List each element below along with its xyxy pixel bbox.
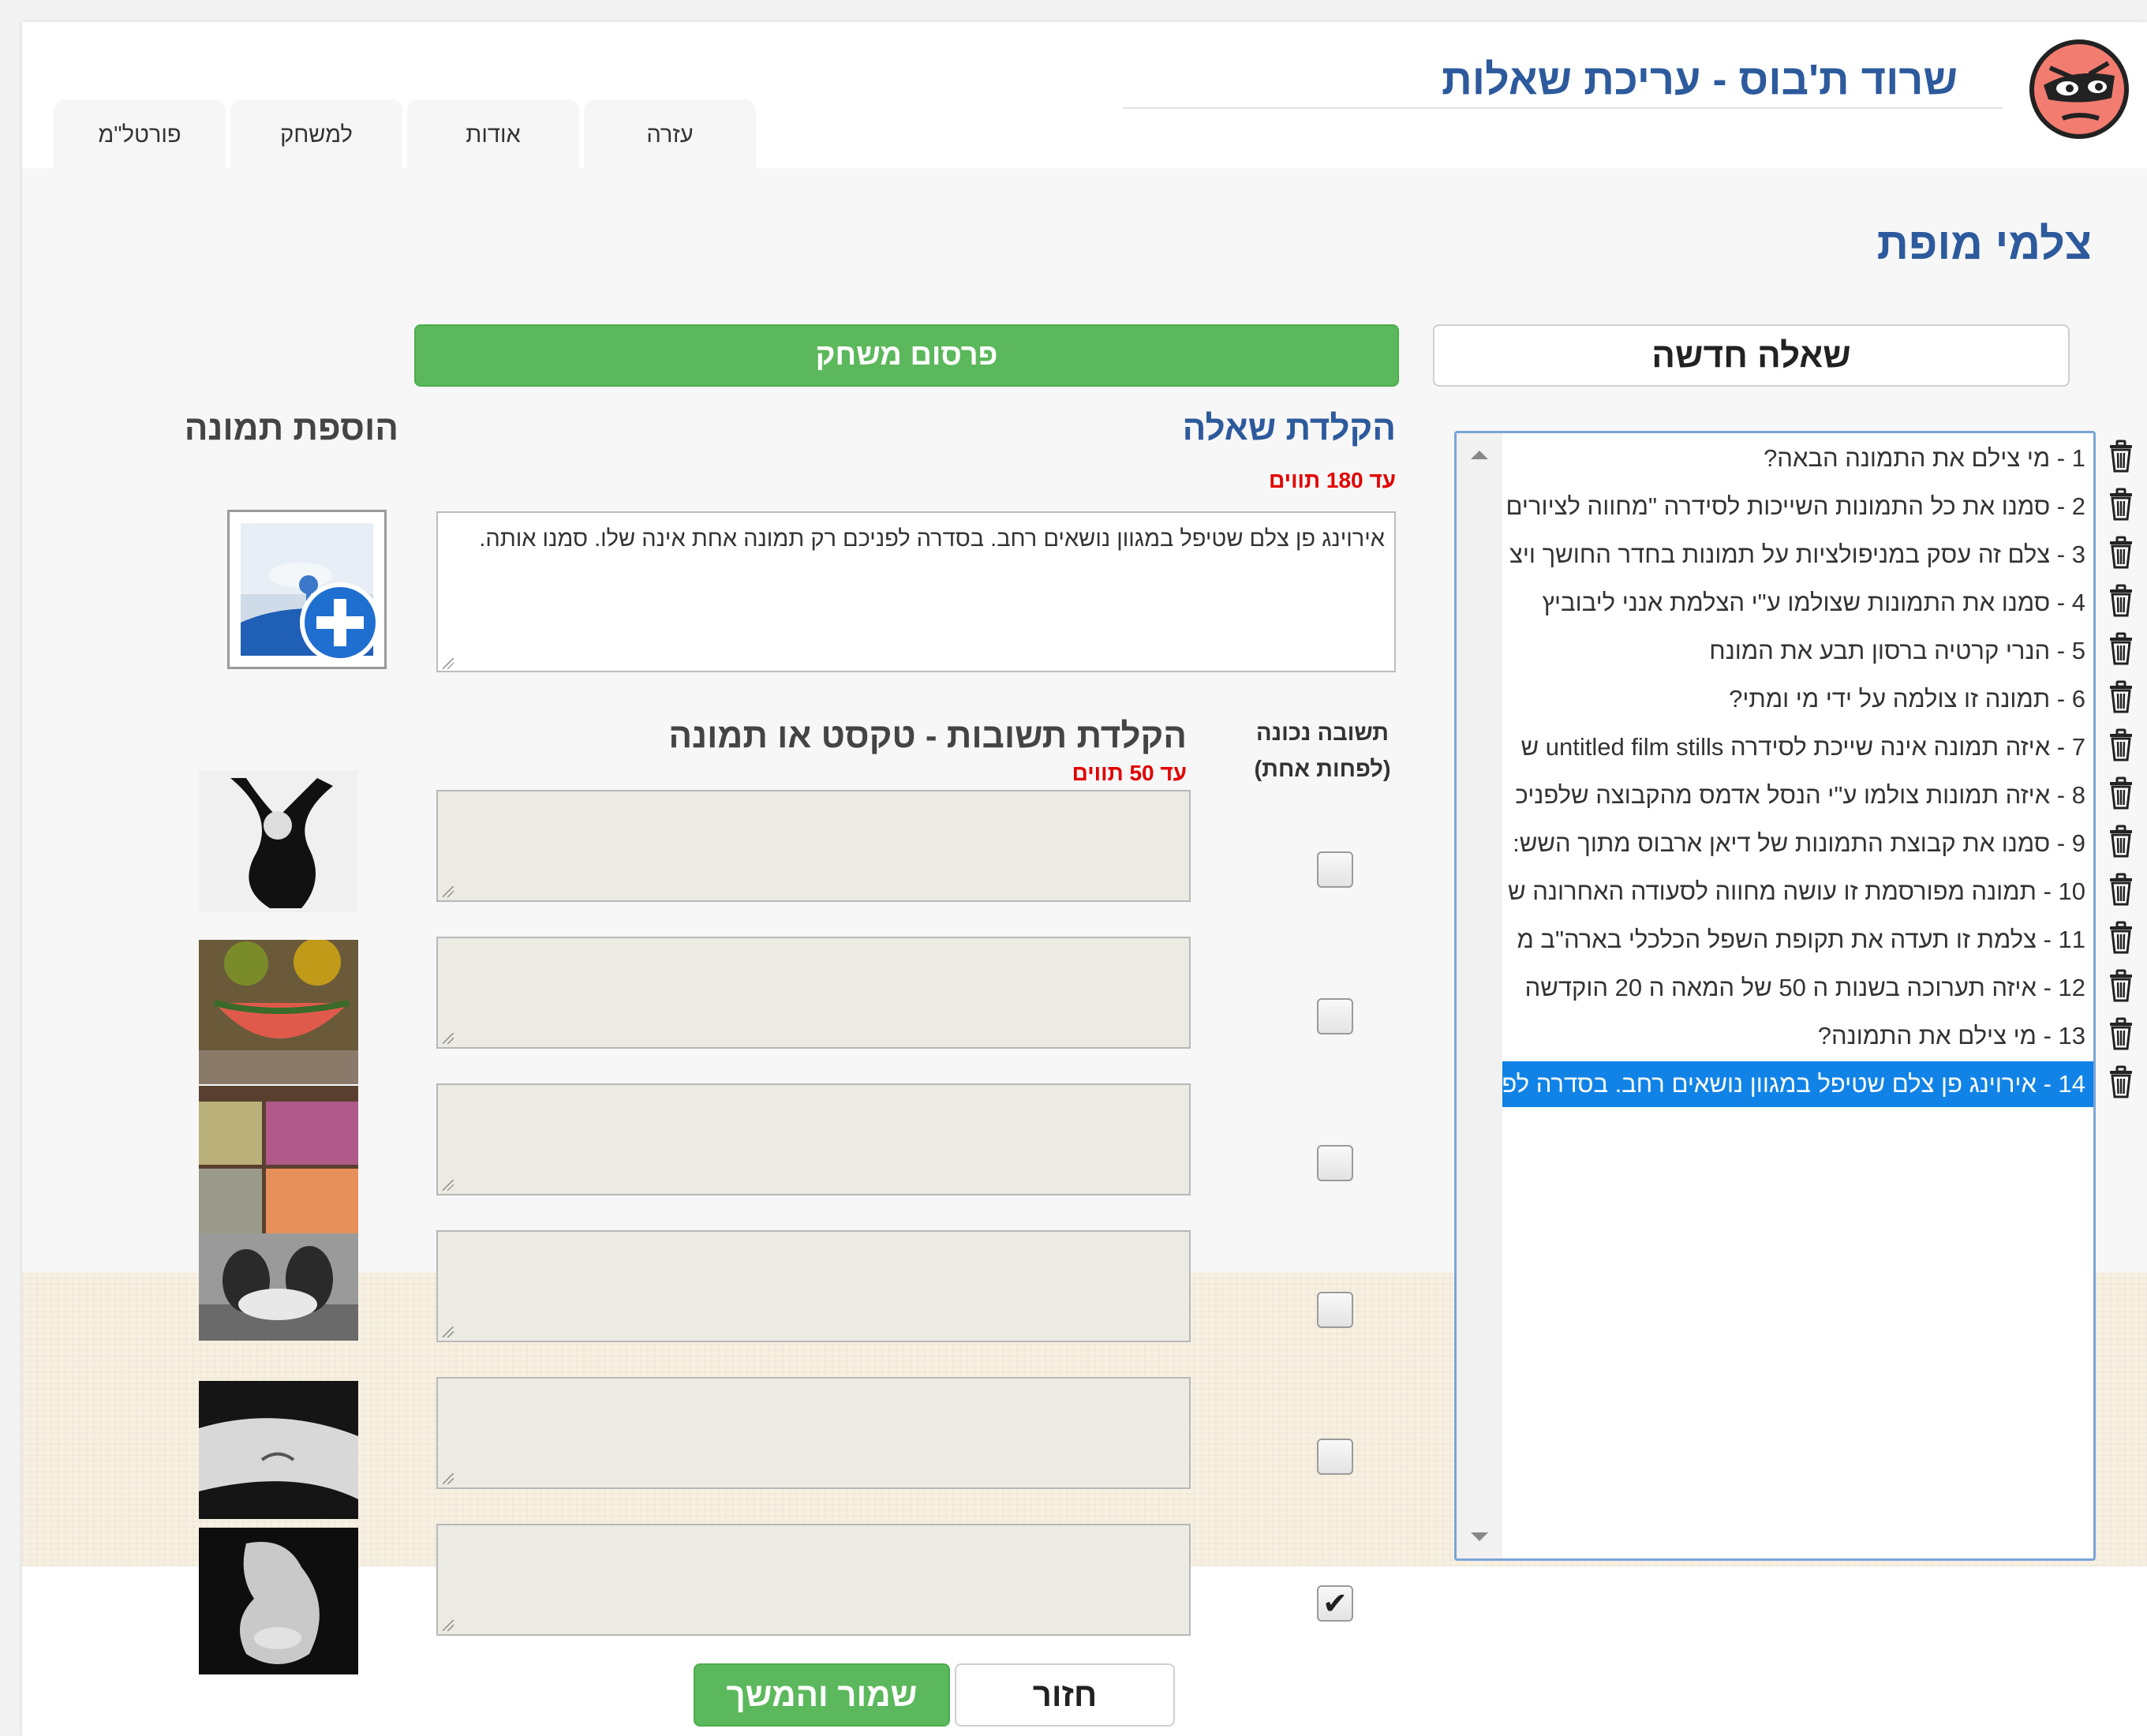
trash-icon[interactable] <box>2105 824 2137 859</box>
trash-icon[interactable] <box>2105 487 2137 522</box>
page-title: צלמי מופת <box>1876 219 2092 268</box>
trash-icon[interactable] <box>2105 968 2137 1003</box>
trash-icon[interactable] <box>2105 776 2137 810</box>
answer-field-1[interactable] <box>436 790 1191 902</box>
answer-image-5[interactable] <box>199 1381 358 1519</box>
save-continue-button[interactable]: שמור והמשך <box>694 1663 950 1727</box>
app-title: שרוד ת'בוס - עריכת שאלות <box>1442 56 1958 103</box>
correct-answer-label-line1: תשובה נכונה <box>1256 720 1389 746</box>
question-item-selected[interactable]: 14 - אירוינג פן צלם שטיפל במגוון נושאים … <box>1502 1061 2093 1107</box>
answer-image-3[interactable] <box>199 1086 358 1234</box>
question-textarea[interactable]: אירוינג פן צלם שטיפל במגוון נושאים רחב. … <box>436 511 1396 672</box>
resize-handle-icon[interactable] <box>443 1326 454 1338</box>
question-item[interactable]: 1 - מי צילם את התמונה הבאה? <box>1502 436 2093 481</box>
add-image-button[interactable] <box>227 510 387 669</box>
correct-answer-label-line2: (לפחות אחת) <box>1254 757 1391 782</box>
resize-handle-icon[interactable] <box>443 1033 454 1044</box>
tab-about[interactable]: אודות <box>407 99 579 170</box>
question-item[interactable]: 5 - הנרי קרטיה ברסון תבע את המונח <box>1502 628 2093 674</box>
trash-icon[interactable] <box>2105 920 2137 955</box>
trash-icon[interactable] <box>2105 679 2137 714</box>
correct-answer-label: תשובה נכונה (לפחות אחת) <box>1244 715 1401 788</box>
answers-heading: הקלדת תשובות - טקסט או תמונה <box>668 716 1187 755</box>
question-heading: הקלדת שאלה <box>1182 409 1396 447</box>
correct-checkbox-2[interactable] <box>1317 998 1353 1034</box>
question-item[interactable]: 2 - סמנו את כל התמונות השייכות לסידרה "מ… <box>1502 484 2093 529</box>
app-window: שרוד ת'בוס - עריכת שאלות עזרה אודות למשח… <box>22 22 2147 1736</box>
answer-field-4[interactable] <box>436 1230 1191 1342</box>
resize-handle-icon[interactable] <box>443 886 454 897</box>
resize-handle-icon[interactable] <box>443 1620 454 1631</box>
trash-icon[interactable] <box>2105 631 2137 666</box>
scroll-down-icon[interactable] <box>1471 1532 1488 1541</box>
trash-icon[interactable] <box>2105 535 2137 570</box>
question-item[interactable]: 9 - סמנו את קבוצת התמונות של דיאן ארבוס … <box>1502 821 2093 866</box>
question-item[interactable]: 11 - צלמת זו תעדה את תקופת השפל הכלכלי ב… <box>1502 917 2093 963</box>
answer-field-5[interactable] <box>436 1377 1191 1489</box>
trash-icon[interactable] <box>2105 1064 2137 1099</box>
trash-icon[interactable] <box>2105 728 2137 762</box>
checkmark-icon: ✔ <box>1322 1587 1348 1621</box>
correct-checkbox-3[interactable] <box>1317 1145 1353 1181</box>
correct-checkbox-4[interactable] <box>1317 1292 1353 1328</box>
question-item[interactable]: 7 - איזה תמונה אינה שייכת לסידרה untitle… <box>1502 724 2093 770</box>
answer-field-6[interactable] <box>436 1524 1191 1636</box>
answer-field-2[interactable] <box>436 937 1191 1049</box>
top-nav: עזרה אודות למשחק פורטל"מ <box>54 77 756 170</box>
publish-game-button[interactable]: פרסום משחק <box>414 324 1399 387</box>
new-question-button[interactable]: שאלה חדשה <box>1433 324 2070 387</box>
resize-handle-icon[interactable] <box>443 1473 454 1484</box>
angry-face-logo <box>2029 39 2129 139</box>
trash-icon[interactable] <box>2105 439 2137 473</box>
question-item[interactable]: 13 - מי צילם את התמונה? <box>1502 1013 2093 1059</box>
question-item[interactable]: 12 - איזה תערוכה בשנות ה 50 של המאה ה 20… <box>1502 965 2093 1011</box>
tab-game[interactable]: למשחק <box>230 99 402 170</box>
answer-image-4[interactable] <box>199 1233 358 1341</box>
trash-icon[interactable] <box>2105 872 2137 907</box>
list-scrollbar[interactable] <box>1457 433 1502 1558</box>
question-list[interactable]: 1 - מי צילם את התמונה הבאה? 2 - סמנו את … <box>1454 431 2096 1561</box>
answers-limit: עד 50 תווים <box>1072 761 1187 785</box>
answer-image-6[interactable] <box>199 1528 358 1674</box>
add-image-icon <box>241 523 380 663</box>
question-item[interactable]: 4 - סמנו את התמונות שצולמו ע"י הצלמת אננ… <box>1502 580 2093 626</box>
trash-icon[interactable] <box>2105 1016 2137 1051</box>
tab-portal[interactable]: פורטל"מ <box>54 99 226 170</box>
add-image-heading: הוספת תמונה <box>184 409 398 447</box>
answer-image-2[interactable] <box>199 940 358 1084</box>
scroll-up-icon[interactable] <box>1471 451 1488 459</box>
correct-checkbox-1[interactable] <box>1317 851 1353 888</box>
resize-handle-icon[interactable] <box>443 1180 454 1191</box>
question-item[interactable]: 6 - תמונה זו צולמה על ידי מי ומתי? <box>1502 676 2093 722</box>
question-item[interactable]: 10 - תמונה מפורסמת זו עושה מחווה לסעודה … <box>1502 869 2093 915</box>
tab-help[interactable]: עזרה <box>584 99 756 170</box>
answer-image-1[interactable] <box>199 770 358 912</box>
question-item[interactable]: 8 - איזה תמונות צולמו ע"י הנסל אדמס מהקב… <box>1502 773 2093 818</box>
trash-icon[interactable] <box>2105 583 2137 618</box>
correct-checkbox-5[interactable] <box>1317 1439 1353 1475</box>
question-item[interactable]: 3 - צלם זה עסק במניפולציות על תמונות בחד… <box>1502 532 2093 578</box>
question-limit: עד 180 תווים <box>1269 468 1396 492</box>
header-divider <box>1123 107 2003 109</box>
correct-checkbox-6[interactable]: ✔ <box>1317 1585 1353 1622</box>
answer-field-3[interactable] <box>436 1083 1191 1195</box>
back-button[interactable]: חזור <box>955 1663 1175 1727</box>
